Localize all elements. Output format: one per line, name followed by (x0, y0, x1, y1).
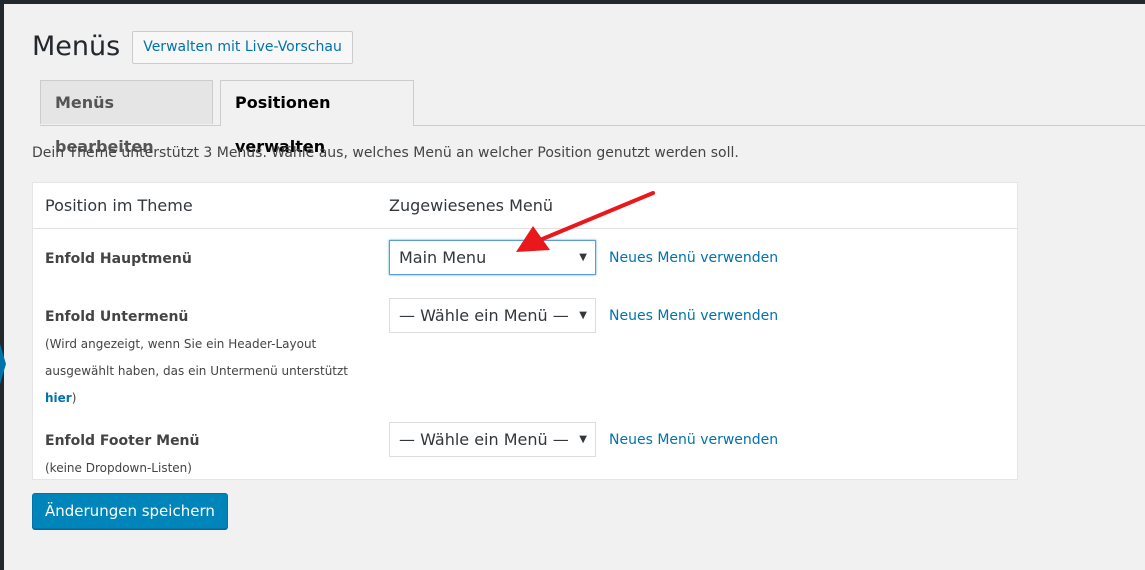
table-header: Position im Theme Zugewiesenes Menü (33, 183, 1017, 229)
dropdown-caret-icon: ▼ (579, 310, 587, 321)
description-text: (keine Dropdown-Listen) (45, 461, 192, 475)
menu-select-sub[interactable]: — Wähle ein Menü — ▼ (389, 298, 596, 333)
menu-select-footer[interactable]: — Wähle ein Menü — ▼ (389, 422, 596, 457)
location-description-sub: (Wird angezeigt, wenn Sie ein Header-Lay… (45, 331, 365, 412)
page-heading: Menüs Verwalten mit Live-Vorschau (32, 29, 353, 65)
location-title-footer: Enfold Footer Menü (45, 433, 200, 449)
page-title: Menüs (32, 31, 121, 62)
tab-manage-locations[interactable]: Positionen verwalten (220, 80, 414, 156)
save-changes-button[interactable]: Änderungen speichern (32, 493, 228, 529)
select-value: — Wähle ein Menü — (399, 430, 569, 449)
intro-text: Dein Theme unterstützt 3 Menüs. Wähle au… (32, 145, 739, 161)
dropdown-caret-icon: ▼ (579, 434, 587, 445)
tab-edit-menus[interactable]: Menüs bearbeiten (40, 80, 213, 156)
nav-tabs: Menüs bearbeiten Positionen verwalten (40, 80, 1145, 156)
use-new-menu-link-sub[interactable]: Neues Menü verwenden (609, 308, 778, 324)
column-header-menu: Zugewiesenes Menü (389, 196, 553, 215)
live-preview-button[interactable]: Verwalten mit Live-Vorschau (132, 30, 353, 64)
locations-table: Position im Theme Zugewiesenes Menü Enfo… (32, 182, 1018, 480)
location-title-main: Enfold Hauptmenü (45, 251, 192, 267)
description-link-here[interactable]: hier (45, 391, 72, 405)
select-value: — Wähle ein Menü — (399, 306, 569, 325)
description-text: (Wird angezeigt, wenn Sie ein Header-Lay… (45, 337, 349, 378)
location-title-sub: Enfold Untermenü (45, 309, 189, 325)
menu-select-main[interactable]: Main Menu ▼ (389, 240, 596, 275)
content-wrap: Menüs Verwalten mit Live-Vorschau Menüs … (32, 0, 1145, 570)
description-text-end: ) (71, 391, 77, 405)
use-new-menu-link-footer[interactable]: Neues Menü verwenden (609, 432, 778, 448)
sidebar-active-indicator (0, 344, 6, 384)
location-description-footer: (keine Dropdown-Listen) (45, 455, 365, 482)
use-new-menu-link-main[interactable]: Neues Menü verwenden (609, 250, 778, 266)
admin-sidebar-edge (0, 0, 4, 570)
dropdown-caret-icon: ▼ (579, 252, 587, 263)
select-value: Main Menu (399, 248, 487, 267)
column-header-position: Position im Theme (45, 196, 193, 215)
